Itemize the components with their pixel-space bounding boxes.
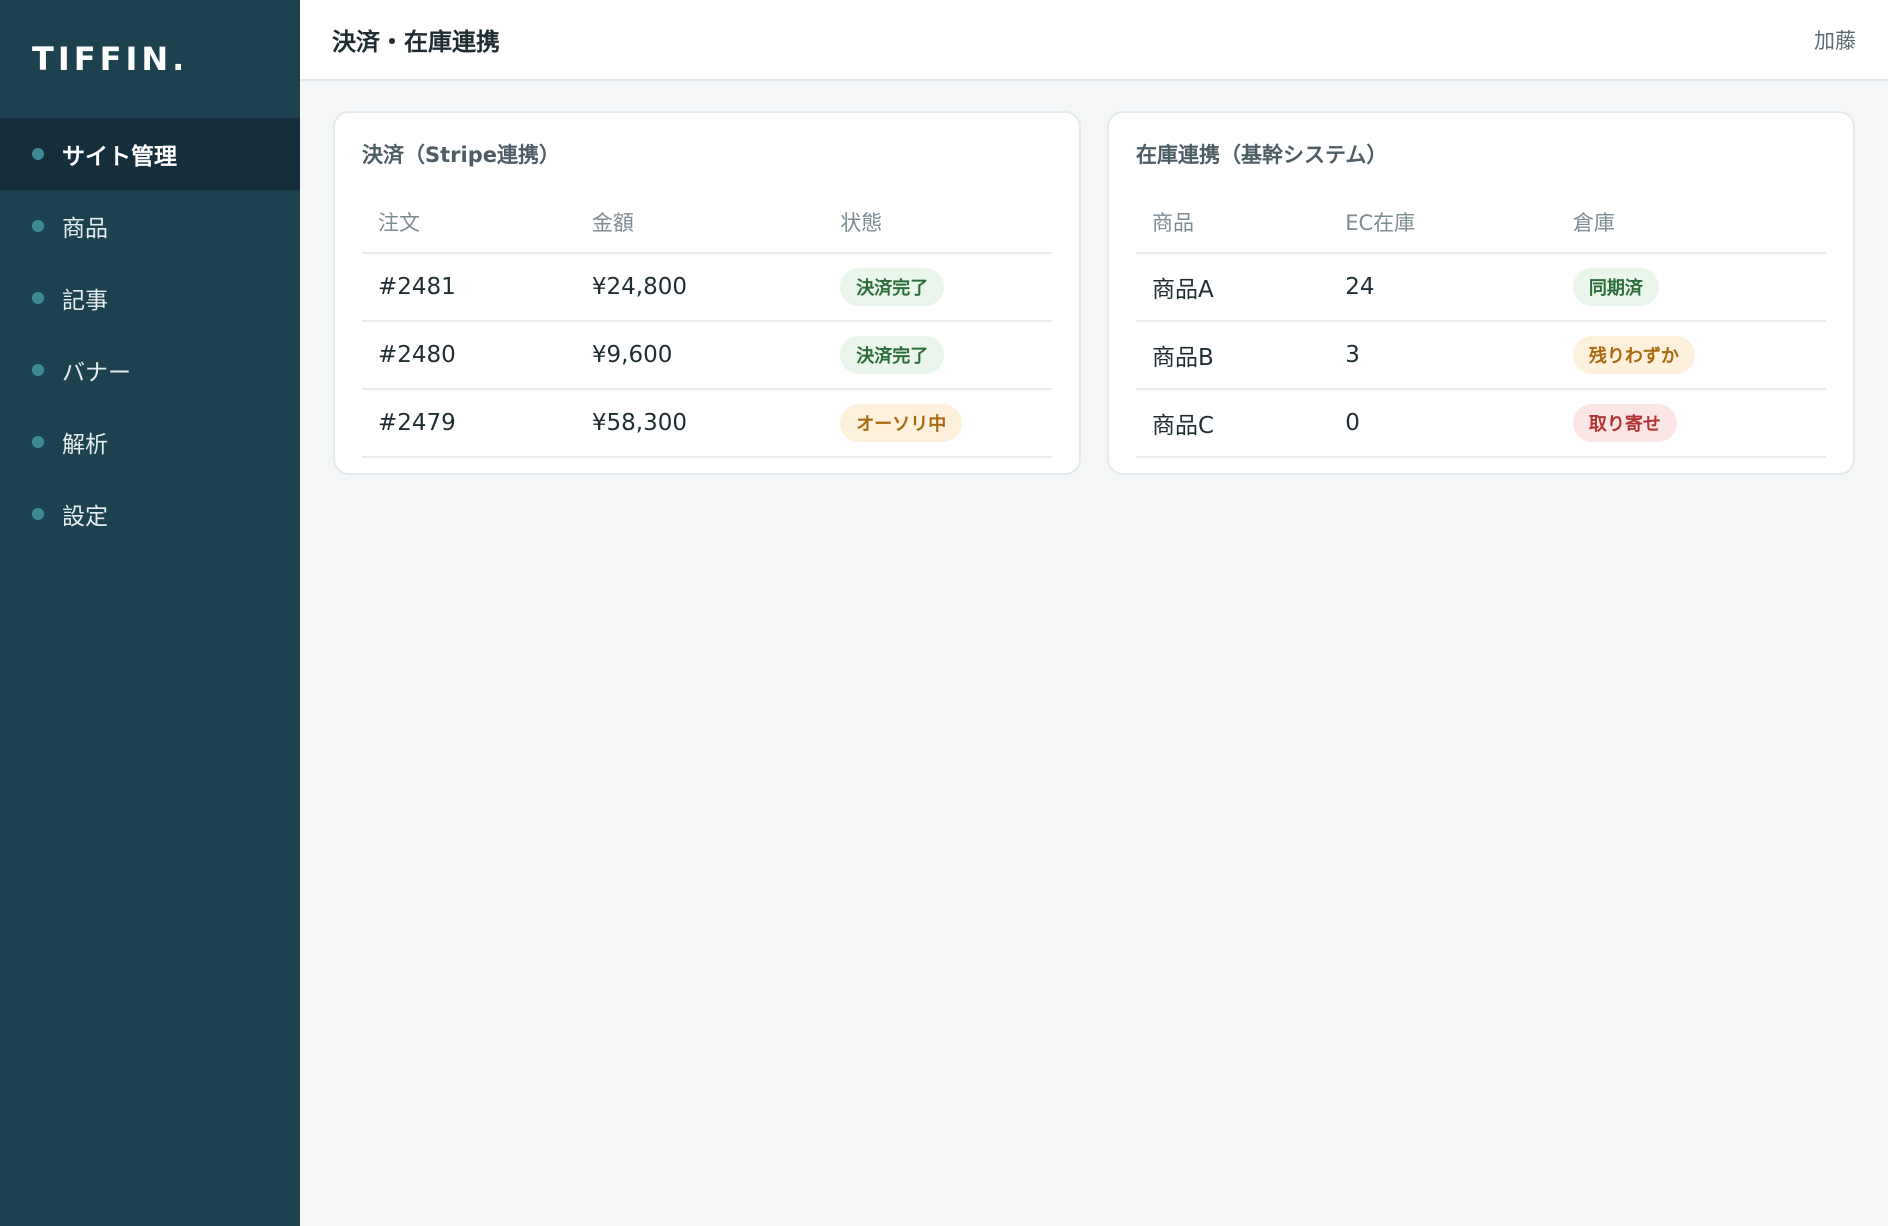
sidebar-item-banners[interactable]: バナー bbox=[0, 334, 300, 406]
column-header: 商品 bbox=[1136, 191, 1330, 254]
sidebar-item-settings[interactable]: 設定 bbox=[0, 478, 300, 550]
amount: ¥9,600 bbox=[575, 321, 825, 390]
sidebar-item-label: サイト管理 bbox=[62, 144, 177, 170]
card-title: 在庫連携（基幹システム） bbox=[1136, 143, 1388, 167]
sidebar-item-label: 解析 bbox=[62, 432, 108, 458]
sidebar-item-products[interactable]: 商品 bbox=[0, 190, 300, 262]
column-header: 倉庫 bbox=[1556, 191, 1826, 254]
dot-icon bbox=[32, 148, 44, 160]
sidebar-item-label: 記事 bbox=[62, 288, 108, 314]
dot-icon bbox=[32, 292, 44, 304]
sidebar-item-articles[interactable]: 記事 bbox=[0, 262, 300, 334]
sidebar-item-label: バナー bbox=[62, 360, 131, 386]
page-title: 決済・在庫連携 bbox=[332, 28, 500, 56]
inventory-card: 在庫連携（基幹システム） 商品 EC在庫 倉庫 商品A 24 同期済 商品B 3… bbox=[1107, 111, 1855, 475]
order-id: #2479 bbox=[362, 389, 576, 458]
table-header-row: 注文 金額 状態 bbox=[362, 191, 1052, 254]
payments-card: 決済（Stripe連携） 注文 金額 状態 #2481 ¥24,800 決済完了… bbox=[333, 111, 1081, 475]
status-cell: オーソリ中 bbox=[824, 389, 1052, 458]
warehouse-cell: 残りわずか bbox=[1556, 321, 1826, 390]
sidebar-nav: サイト管理 商品 記事 バナー 解析 設定 bbox=[0, 118, 300, 550]
status-badge: 残りわずか bbox=[1572, 336, 1695, 374]
card-title: 決済（Stripe連携） bbox=[362, 143, 560, 167]
sidebar-item-label: 商品 bbox=[62, 216, 108, 242]
dot-icon bbox=[32, 364, 44, 376]
amount: ¥58,300 bbox=[575, 389, 825, 458]
topbar: 決済・在庫連携 加藤 bbox=[300, 0, 1888, 81]
logo[interactable]: TIFFIN. bbox=[0, 0, 300, 118]
app: TIFFIN. サイト管理 商品 記事 バナー 解析 設定 決済・在庫連携 加藤… bbox=[0, 0, 1888, 1226]
column-header: EC在庫 bbox=[1329, 191, 1557, 254]
column-header: 状態 bbox=[824, 191, 1052, 254]
table-header-row: 商品 EC在庫 倉庫 bbox=[1136, 191, 1826, 254]
amount: ¥24,800 bbox=[575, 253, 825, 322]
order-id: #2480 bbox=[362, 321, 576, 390]
main: 決済・在庫連携 加藤 決済（Stripe連携） 注文 金額 状態 #2481 ¥… bbox=[300, 0, 1888, 1226]
sidebar: TIFFIN. サイト管理 商品 記事 バナー 解析 設定 bbox=[0, 0, 300, 1226]
column-header: 金額 bbox=[575, 191, 825, 254]
product-name: 商品B bbox=[1136, 321, 1330, 390]
ec-stock: 3 bbox=[1329, 321, 1557, 390]
dot-icon bbox=[32, 436, 44, 448]
status-cell: 決済完了 bbox=[824, 253, 1052, 322]
inventory-table: 商品 EC在庫 倉庫 商品A 24 同期済 商品B 3 残りわずか 商品C 0 … bbox=[1136, 191, 1826, 458]
sidebar-item-label: 設定 bbox=[62, 504, 108, 530]
product-name: 商品C bbox=[1136, 389, 1330, 458]
user-menu[interactable]: 加藤 bbox=[1814, 25, 1856, 55]
sidebar-item-analytics[interactable]: 解析 bbox=[0, 406, 300, 478]
table-row[interactable]: #2479 ¥58,300 オーソリ中 bbox=[362, 389, 1052, 458]
dot-icon bbox=[32, 220, 44, 232]
status-badge: 決済完了 bbox=[840, 336, 945, 374]
status-badge: 同期済 bbox=[1572, 268, 1659, 306]
content: 決済（Stripe連携） 注文 金額 状態 #2481 ¥24,800 決済完了… bbox=[300, 81, 1888, 475]
table-row[interactable]: #2481 ¥24,800 決済完了 bbox=[362, 253, 1052, 322]
status-badge: 決済完了 bbox=[840, 268, 945, 306]
payments-table: 注文 金額 状態 #2481 ¥24,800 決済完了 #2480 ¥9,600… bbox=[362, 191, 1052, 458]
ec-stock: 24 bbox=[1329, 253, 1557, 322]
status-badge: 取り寄せ bbox=[1572, 404, 1677, 442]
table-row[interactable]: 商品C 0 取り寄せ bbox=[1136, 389, 1826, 458]
warehouse-cell: 取り寄せ bbox=[1556, 389, 1826, 458]
warehouse-cell: 同期済 bbox=[1556, 253, 1826, 322]
status-badge: オーソリ中 bbox=[840, 404, 963, 442]
table-row[interactable]: 商品B 3 残りわずか bbox=[1136, 321, 1826, 390]
column-header: 注文 bbox=[362, 191, 576, 254]
table-row[interactable]: 商品A 24 同期済 bbox=[1136, 253, 1826, 322]
dot-icon bbox=[32, 508, 44, 520]
product-name: 商品A bbox=[1136, 253, 1330, 322]
order-id: #2481 bbox=[362, 253, 576, 322]
status-cell: 決済完了 bbox=[824, 321, 1052, 390]
table-row[interactable]: #2480 ¥9,600 決済完了 bbox=[362, 321, 1052, 390]
ec-stock: 0 bbox=[1329, 389, 1557, 458]
sidebar-item-site-management[interactable]: サイト管理 bbox=[0, 118, 300, 190]
